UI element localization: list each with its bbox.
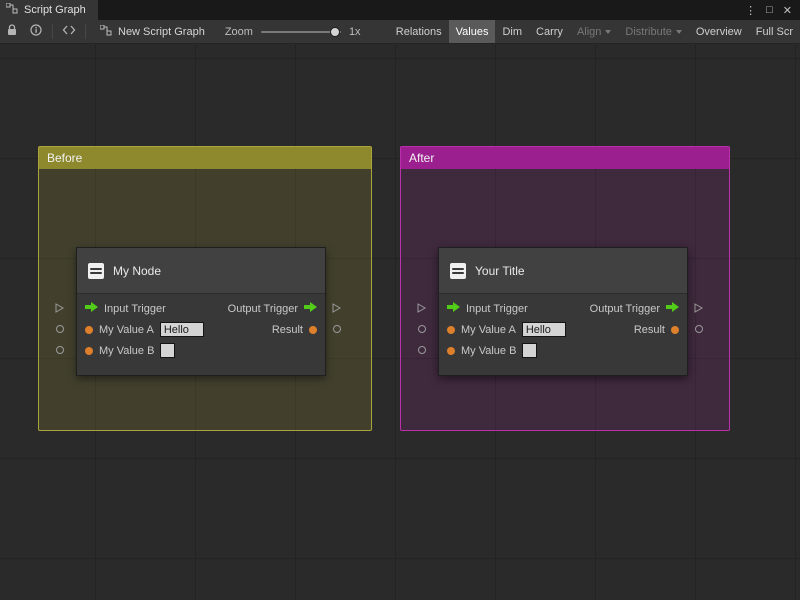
titlebar-spacer: [98, 0, 745, 20]
graph-canvas[interactable]: Before My Node Inp: [0, 45, 800, 600]
dim-button[interactable]: Dim: [495, 20, 529, 44]
my-value-a-field[interactable]: [160, 322, 204, 337]
window-close-icon[interactable]: ✕: [783, 4, 792, 17]
external-flow-output-port[interactable]: [332, 303, 341, 316]
external-flow-output-port[interactable]: [694, 303, 703, 316]
lock-button[interactable]: [0, 20, 24, 44]
align-label: Align: [577, 26, 601, 38]
external-flow-input-port[interactable]: [417, 303, 426, 316]
result-label: Result: [272, 324, 303, 336]
distribute-dropdown[interactable]: Distribute: [618, 20, 688, 44]
tab-label: Script Graph: [24, 4, 86, 16]
code-icon: [62, 25, 76, 38]
my-value-b-field[interactable]: [522, 343, 537, 358]
zoom-label: Zoom: [225, 26, 253, 38]
node-my-node[interactable]: My Node Input Trigger Output Trigger: [76, 247, 326, 376]
value-output-port-icon[interactable]: [671, 326, 679, 334]
value-input-port-icon[interactable]: [85, 347, 93, 355]
external-value-port-a[interactable]: [418, 325, 426, 333]
value-input-port-icon[interactable]: [447, 347, 455, 355]
my-value-b-label: My Value B: [461, 345, 516, 357]
node-header[interactable]: Your Title: [439, 248, 687, 294]
lock-icon: [7, 24, 17, 39]
zoom-value: 1x: [349, 26, 361, 38]
inspector-button[interactable]: [24, 20, 48, 44]
zoom-slider[interactable]: [261, 31, 341, 33]
toolbar-divider: [85, 24, 86, 39]
window-menu-icon[interactable]: ⋮: [745, 4, 756, 17]
flow-output-port-icon[interactable]: [304, 302, 317, 315]
graph-asset-icon: [100, 25, 112, 39]
chevron-down-icon: [605, 30, 611, 34]
values-button[interactable]: Values: [449, 20, 496, 44]
unit-icon: [88, 263, 104, 279]
group-after-header[interactable]: After: [401, 147, 729, 169]
result-label: Result: [634, 324, 665, 336]
info-icon: [30, 24, 42, 39]
value-input-port-icon[interactable]: [85, 326, 93, 334]
output-trigger-label: Output Trigger: [590, 303, 660, 315]
flow-input-port-icon[interactable]: [447, 302, 460, 315]
external-value-port-b[interactable]: [418, 346, 426, 354]
external-value-port-b[interactable]: [56, 346, 64, 354]
my-value-a-label: My Value A: [99, 324, 154, 336]
group-before[interactable]: Before My Node Inp: [38, 146, 372, 431]
unit-icon: [450, 263, 466, 279]
external-value-port-a[interactable]: [56, 325, 64, 333]
carry-button[interactable]: Carry: [529, 20, 570, 44]
input-trigger-label: Input Trigger: [104, 303, 166, 315]
toolbar-divider: [52, 24, 53, 39]
input-trigger-label: Input Trigger: [466, 303, 528, 315]
my-value-b-label: My Value B: [99, 345, 154, 357]
flow-output-port-icon[interactable]: [666, 302, 679, 315]
node-body: Input Trigger Output Trigger My Value A: [77, 294, 325, 375]
group-label: After: [409, 151, 434, 165]
window-maximize-icon[interactable]: □: [766, 4, 773, 16]
flow-input-port-icon[interactable]: [85, 302, 98, 315]
external-result-port[interactable]: [695, 325, 703, 333]
node-your-title[interactable]: Your Title Input Trigger Output Trigger: [438, 247, 688, 376]
chevron-down-icon: [676, 30, 682, 34]
align-dropdown[interactable]: Align: [570, 20, 618, 44]
value-output-port-icon[interactable]: [309, 326, 317, 334]
external-result-port[interactable]: [333, 325, 341, 333]
tab-script-graph[interactable]: Script Graph: [0, 0, 98, 20]
graph-tab-icon: [6, 3, 18, 17]
relations-button[interactable]: Relations: [389, 20, 449, 44]
my-value-a-label: My Value A: [461, 324, 516, 336]
my-value-b-field[interactable]: [160, 343, 175, 358]
fullscreen-button[interactable]: Full Scr: [749, 20, 800, 44]
group-label: Before: [47, 151, 82, 165]
value-input-port-icon[interactable]: [447, 326, 455, 334]
output-trigger-label: Output Trigger: [228, 303, 298, 315]
node-header[interactable]: My Node: [77, 248, 325, 294]
graph-name: New Script Graph: [118, 26, 205, 38]
toolbar: New Script Graph Zoom 1x Relations Value…: [0, 20, 800, 44]
overview-button[interactable]: Overview: [689, 20, 749, 44]
my-value-a-field[interactable]: [522, 322, 566, 337]
edit-script-button[interactable]: [57, 20, 81, 44]
distribute-label: Distribute: [625, 26, 671, 38]
external-flow-input-port[interactable]: [55, 303, 64, 316]
node-title: My Node: [113, 264, 161, 278]
breadcrumb[interactable]: New Script Graph: [90, 25, 215, 39]
zoom-slider-knob[interactable]: [330, 27, 340, 37]
group-before-header[interactable]: Before: [39, 147, 371, 169]
group-after[interactable]: After Your Title I: [400, 146, 730, 431]
titlebar: Script Graph ⋮ □ ✕: [0, 0, 800, 20]
node-body: Input Trigger Output Trigger My Value A: [439, 294, 687, 375]
node-title: Your Title: [475, 264, 525, 278]
